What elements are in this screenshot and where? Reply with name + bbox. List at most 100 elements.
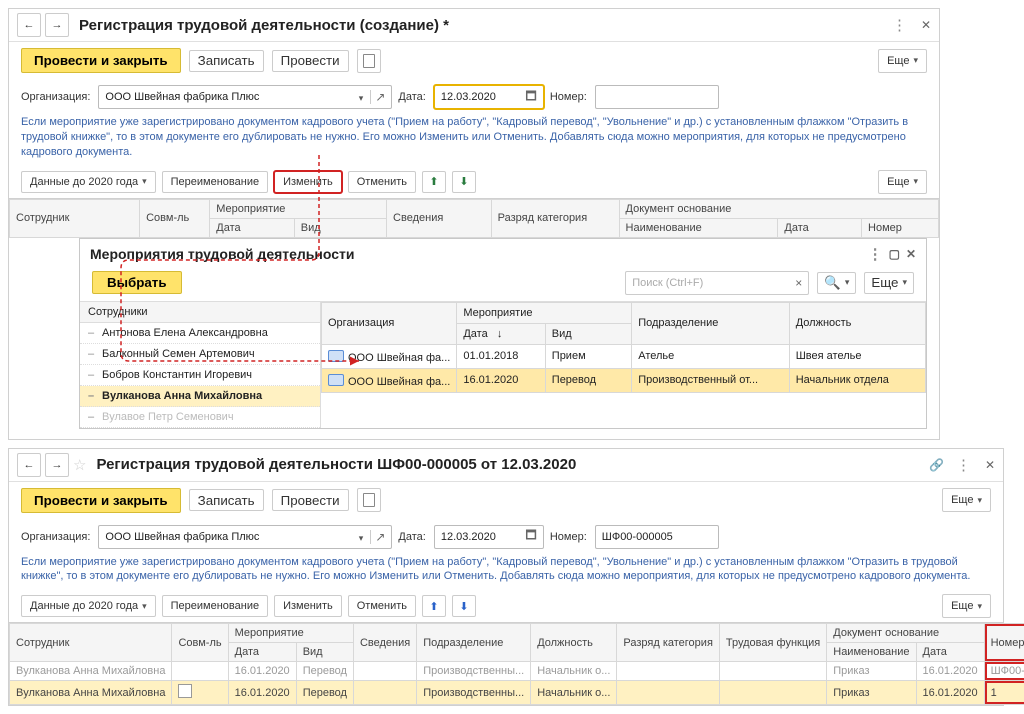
popup-more-icon[interactable]: ⋮ [868, 245, 883, 263]
employee-list-header: Сотрудники [80, 302, 320, 323]
date-value: 12.03.2020 [441, 531, 496, 543]
employee-item[interactable]: Антонова Елена Александровна [80, 323, 320, 344]
date-value: 12.03.2020 [441, 91, 496, 103]
pick-button[interactable]: Выбрать [92, 271, 182, 294]
window-more-icon[interactable]: ⋮ [956, 456, 971, 474]
cell-pos: Швея ателье [789, 344, 925, 368]
grid-row-active[interactable]: Вулканова Анна Михайловна 16.01.2020 Пер… [10, 681, 1024, 705]
more-button[interactable]: Еще ▾ [878, 49, 927, 73]
move-up-button[interactable]: ⬆ [422, 171, 446, 193]
search-input[interactable]: Поиск (Ctrl+F) × [625, 271, 809, 295]
employee-item-selected[interactable]: Вулканова Анна Михайловна [80, 386, 320, 407]
cell-rank [617, 681, 720, 705]
hdr-date: Дата [210, 218, 295, 237]
before-2020-button[interactable]: Данные до 2020 года ▾ [21, 595, 156, 617]
calendar-icon[interactable]: 🗖 [525, 87, 536, 108]
date-input[interactable]: 12.03.2020 🗖 [434, 525, 544, 549]
checkbox[interactable] [178, 684, 192, 698]
table-more-button[interactable]: Еще ▾ [878, 170, 927, 194]
hdr-name: Наименование [619, 218, 778, 237]
events-popup: Мероприятия трудовой деятельности ⋮ ▢ ✕ … [79, 238, 927, 429]
date-input[interactable]: 12.03.2020 🗖 [434, 85, 544, 109]
employee-item[interactable]: Бобров Константин Игоревич [80, 365, 320, 386]
chevron-down-icon: ▾ [973, 495, 982, 506]
chevron-down-icon: ▾ [841, 277, 850, 288]
employee-item[interactable]: Балконный Семен Артемович [80, 344, 320, 365]
forward-button[interactable]: → [45, 13, 69, 37]
post-button[interactable]: Провести [272, 50, 349, 72]
org-input[interactable]: ООО Швейная фабрика Плюс ▾ ↗ [98, 525, 392, 549]
hdr-doc-date: Дата [916, 643, 984, 662]
rename-button[interactable]: Переименование [162, 171, 268, 193]
back-button[interactable]: ← [17, 13, 41, 37]
post-button[interactable]: Провести [272, 489, 349, 511]
popup-grid-row-selected[interactable]: ООО Швейная фа... 16.01.2020 Перевод Про… [322, 368, 926, 392]
rename-button[interactable]: Переименование [162, 595, 268, 617]
info-text: Если мероприятие уже зарегистрировано до… [9, 115, 939, 166]
cell-number-editing[interactable]: 1 [984, 681, 1024, 705]
org-dropdown-icon[interactable]: ▾ [355, 533, 364, 543]
window-close-icon[interactable]: ✕ [985, 458, 995, 472]
cell-dep: Производственны... [417, 681, 531, 705]
window-title: Регистрация трудовой деятельности ШФ00-0… [96, 456, 576, 473]
move-down-button[interactable]: ⬇ [452, 595, 476, 617]
org-dropdown-icon[interactable]: ▾ [355, 93, 364, 103]
number-input[interactable]: ШФ00-000005 [595, 525, 719, 549]
forward-button[interactable]: → [45, 453, 69, 477]
chevron-down-icon: ▾ [973, 601, 982, 612]
before-2020-button[interactable]: Данные до 2020 года ▾ [21, 171, 156, 193]
popup-more-button[interactable]: Еще ▾ [864, 272, 914, 294]
popup-close-icon[interactable]: ✕ [906, 247, 916, 261]
cell-kind: Перевод [296, 681, 353, 705]
table-cancel-button[interactable]: Отменить [348, 595, 416, 617]
org-open-icon[interactable]: ↗ [370, 530, 385, 544]
before-2020-label: Данные до 2020 года [30, 600, 138, 612]
search-button[interactable]: 🔍 ▾ [817, 272, 856, 294]
cell-sov[interactable] [172, 681, 228, 705]
move-down-button[interactable]: ⬇ [452, 171, 476, 193]
cell-basis-name: Приказ [827, 662, 916, 681]
move-up-button[interactable]: ⬆ [422, 595, 446, 617]
popup-max-icon[interactable]: ▢ [889, 247, 900, 261]
window-close-icon[interactable]: ✕ [921, 18, 931, 32]
employee-item[interactable]: Вулавое Петр Семенович [80, 407, 320, 428]
window-more-icon[interactable]: ⋮ [892, 16, 907, 34]
change-button[interactable]: Изменить [274, 171, 342, 193]
window-title: Регистрация трудовой деятельности (созда… [79, 17, 449, 34]
cell-kind: Прием [545, 344, 631, 368]
cell-date: 16.01.2020 [457, 368, 545, 392]
header-fields: Организация: ООО Швейная фабрика Плюс ▾ … [9, 519, 1003, 555]
hdr-employee: Сотрудник [10, 199, 140, 237]
employee-list: Сотрудники Антонова Елена Александровна … [80, 302, 321, 428]
post-and-close-button[interactable]: Провести и закрыть [21, 488, 181, 513]
change-button[interactable]: Изменить [274, 595, 342, 617]
popup-grid-row[interactable]: ООО Швейная фа... 01.01.2018 Прием Атель… [322, 344, 926, 368]
org-open-icon[interactable]: ↗ [370, 90, 385, 104]
calendar-icon[interactable]: 🗖 [525, 526, 536, 547]
doc-icon [328, 350, 344, 362]
hdr-info: Сведения [353, 624, 416, 662]
back-button[interactable]: ← [17, 453, 41, 477]
grid-row[interactable]: Вулканова Анна Михайловна 16.01.2020 Пер… [10, 662, 1024, 681]
hdr-basis: Документ основание [827, 624, 984, 643]
post-and-close-button[interactable]: Провести и закрыть [21, 48, 181, 73]
link-icon[interactable]: 🔗 [929, 458, 944, 472]
table-cancel-button[interactable]: Отменить [348, 171, 416, 193]
write-button[interactable]: Записать [189, 50, 264, 72]
hdr-name: Наименование [827, 643, 916, 662]
cell-info [353, 681, 416, 705]
cell-kind: Перевод [296, 662, 353, 681]
hdr-doc-date: Дата [778, 218, 862, 237]
write-button[interactable]: Записать [189, 489, 264, 511]
attachments-button[interactable] [357, 488, 381, 512]
org-input[interactable]: ООО Швейная фабрика Плюс ▾ ↗ [98, 85, 392, 109]
cell-pos: Начальник о... [531, 662, 617, 681]
attachments-button[interactable] [357, 49, 381, 73]
table-more-button[interactable]: Еще ▾ [942, 594, 991, 618]
cell-pos: Начальник о... [531, 681, 617, 705]
header-fields: Организация: ООО Швейная фабрика Плюс ▾ … [9, 79, 939, 115]
star-icon[interactable]: ☆ [73, 456, 86, 474]
number-input[interactable] [595, 85, 719, 109]
more-button[interactable]: Еще ▾ [942, 488, 991, 512]
clear-search-icon[interactable]: × [795, 276, 802, 290]
